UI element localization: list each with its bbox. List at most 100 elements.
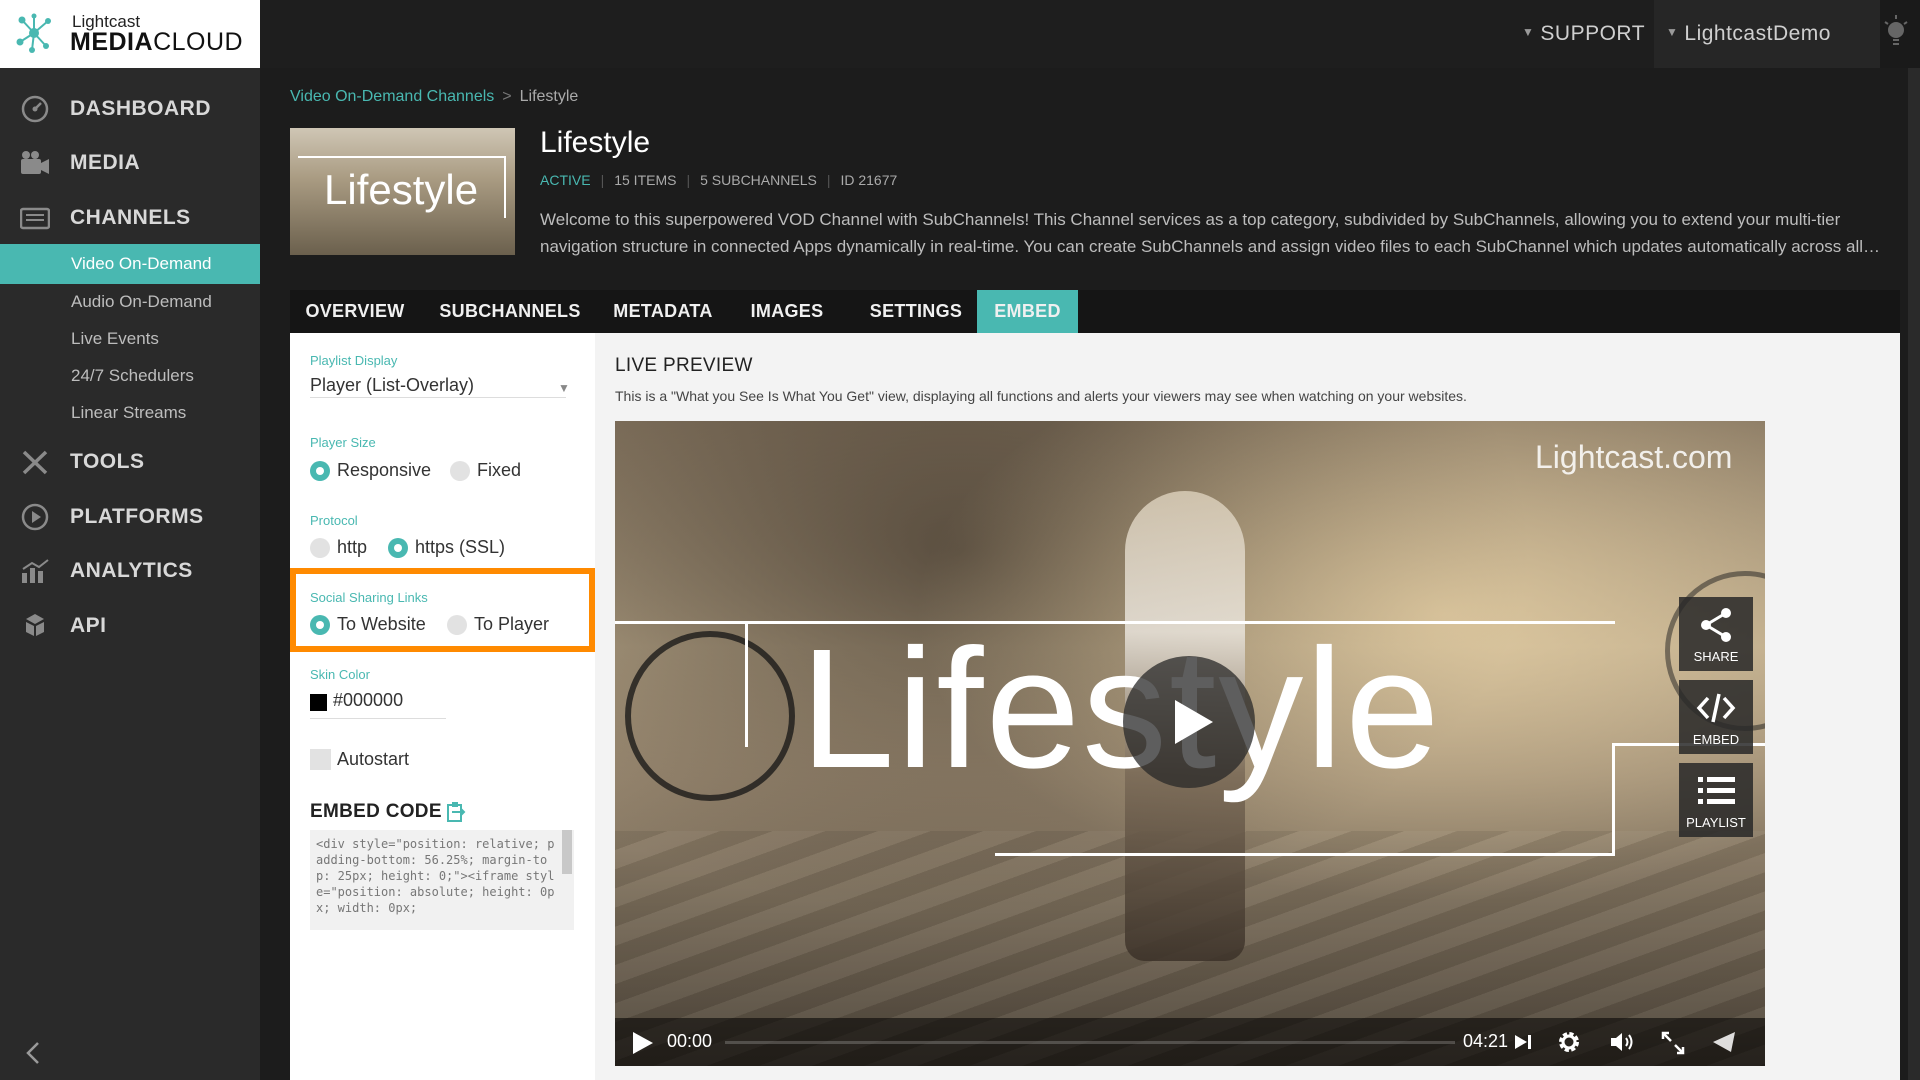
social-sharing-label: Social Sharing Links <box>310 590 428 605</box>
seek-bar[interactable] <box>725 1041 1455 1044</box>
autostart-checkbox[interactable] <box>310 749 331 770</box>
playlist-display-label: Playlist Display <box>310 353 398 368</box>
title-frame <box>1612 743 1615 856</box>
embed-settings-panel: Playlist Display Player (List-Overlay) ▼… <box>290 333 595 1080</box>
radio-https[interactable] <box>388 538 408 558</box>
sidebar-item-platforms[interactable]: PLATFORMS <box>0 489 260 543</box>
radio-label-to-player[interactable]: To Player <box>474 614 549 635</box>
radio-label-http[interactable]: http <box>337 537 367 558</box>
tab-overview[interactable]: OVERVIEW <box>290 290 420 333</box>
radio-responsive[interactable] <box>310 461 330 481</box>
sidebar-subitem-label: Linear Streams <box>71 403 187 422</box>
embed-button[interactable]: EMBED <box>1679 680 1753 754</box>
duration: 04:21 <box>1463 1031 1509 1051</box>
volume-icon[interactable] <box>1609 1030 1635 1054</box>
fullscreen-icon[interactable] <box>1660 1030 1686 1056</box>
embed-code-text: <div style="position: relative; padding-… <box>316 837 555 915</box>
radio-http[interactable] <box>310 538 330 558</box>
page-scrollbar[interactable] <box>1908 68 1920 1080</box>
logo-icon <box>16 13 51 53</box>
camera-icon <box>21 151 49 174</box>
sidebar-item-live-events[interactable]: Live Events <box>0 319 260 359</box>
playlist-label: PLAYLIST <box>1686 815 1746 830</box>
tab-metadata[interactable]: METADATA <box>598 290 728 333</box>
lightbulb-icon <box>1884 15 1908 45</box>
radio-label-https[interactable]: https (SSL) <box>415 537 505 558</box>
chevron-down-icon[interactable]: ▼ <box>558 381 570 395</box>
preview-subtitle: This is a "What you See Is What You Get"… <box>615 388 1467 404</box>
subchannel-count: 5 SUBCHANNELS <box>700 172 817 188</box>
gear-icon[interactable] <box>1555 1028 1583 1056</box>
skin-color-input[interactable]: #000000 <box>333 690 403 711</box>
sidebar-item-video-on-demand[interactable]: Video On-Demand <box>0 244 260 284</box>
sidebar-item-linear-streams[interactable]: Linear Streams <box>0 393 260 433</box>
sidebar-subitem-label: 24/7 Schedulers <box>71 366 194 385</box>
thumbnail-title: Lifestyle <box>324 166 479 213</box>
sidebar-item-channels[interactable]: CHANNELS <box>0 190 260 244</box>
dashboard-icon <box>21 95 49 123</box>
embed-label: EMBED <box>1692 732 1740 747</box>
scrollbar-thumb[interactable] <box>562 830 572 874</box>
tab-subchannels[interactable]: SUBCHANNELS <box>425 290 595 333</box>
breadcrumb-current: Lifestyle <box>519 88 579 105</box>
sidebar-item-label: PLATFORMS <box>70 505 204 528</box>
next-icon[interactable] <box>1513 1032 1533 1052</box>
page-title: Lifestyle <box>540 126 651 159</box>
autostart-label[interactable]: Autostart <box>337 749 409 770</box>
sidebar-item-label: TOOLS <box>70 450 145 473</box>
collapse-sidebar-icon[interactable] <box>22 1038 46 1068</box>
video-title-overlay: Lifestyle <box>800 614 1442 804</box>
playlist-display-select[interactable]: Player (List-Overlay) <box>310 375 474 396</box>
skin-color-label: Skin Color <box>310 667 370 682</box>
logo[interactable]: Lightcast MEDIACLOUD <box>0 0 260 68</box>
support-menu[interactable]: ▼ SUPPORT <box>1522 0 1645 68</box>
item-count: 15 ITEMS <box>614 172 677 188</box>
share-button[interactable]: SHARE <box>1679 597 1753 671</box>
sidebar-item-analytics[interactable]: ANALYTICS <box>0 543 260 597</box>
embed-code-textarea[interactable]: <div style="position: relative; padding-… <box>310 830 574 930</box>
account-menu[interactable]: ▼ LightcastDemo <box>1654 0 1886 68</box>
play-icon[interactable] <box>633 1032 653 1054</box>
radio-to-website[interactable] <box>310 615 330 635</box>
big-play-button[interactable] <box>1123 656 1255 788</box>
brand-name-light: CLOUD <box>153 28 244 56</box>
sidebar-item-schedulers[interactable]: 24/7 Schedulers <box>0 356 260 396</box>
radio-label-fixed[interactable]: Fixed <box>477 460 521 481</box>
code-icon <box>1696 693 1736 723</box>
meta-divider: | <box>686 172 691 188</box>
tab-images[interactable]: IMAGES <box>732 290 842 333</box>
color-swatch[interactable] <box>310 694 327 711</box>
sidebar-item-api[interactable]: API <box>0 598 260 652</box>
channel-thumbnail: Lifestyle <box>290 128 515 255</box>
radio-label-responsive[interactable]: Responsive <box>337 460 431 481</box>
list-icon <box>1698 777 1735 804</box>
title-frame <box>745 621 748 747</box>
share-icon <box>1701 608 1731 642</box>
lightbulb-button[interactable] <box>1880 0 1920 68</box>
radio-to-player[interactable] <box>447 615 467 635</box>
sidebar-item-audio-on-demand[interactable]: Audio On-Demand <box>0 282 260 322</box>
channels-icon <box>20 207 50 230</box>
sidebar-subitem-label: Audio On-Demand <box>71 292 212 311</box>
tab-settings[interactable]: SETTINGS <box>850 290 982 333</box>
sidebar-item-tools[interactable]: TOOLS <box>0 434 260 488</box>
sidebar-item-media[interactable]: MEDIA <box>0 135 260 189</box>
sidebar-item-dashboard[interactable]: DASHBOARD <box>0 81 260 135</box>
account-label: LightcastDemo <box>1684 22 1831 45</box>
analytics-icon <box>22 559 49 583</box>
player-controls: 00:00 04:21 <box>615 1018 1765 1066</box>
channel-meta: ACTIVE | 15 ITEMS | 5 SUBCHANNELS | ID 21677 <box>540 172 897 188</box>
video-player[interactable]: Lightcast.com Lifestyle SHARE EMBED PLAY… <box>615 421 1765 1066</box>
player-logo-icon[interactable] <box>1711 1030 1737 1054</box>
breadcrumb-link[interactable]: Video On-Demand Channels <box>290 88 494 105</box>
meta-divider: | <box>826 172 831 188</box>
tab-embed[interactable]: EMBED <box>977 290 1078 333</box>
brand-name: MEDIACLOUD <box>70 28 243 57</box>
highlight-box <box>290 568 595 652</box>
radio-label-to-website[interactable]: To Website <box>337 614 426 635</box>
input-underline <box>310 718 446 719</box>
copy-icon[interactable] <box>446 801 466 823</box>
radio-fixed[interactable] <box>450 461 470 481</box>
protocol-label: Protocol <box>310 513 358 528</box>
playlist-button[interactable]: PLAYLIST <box>1679 763 1753 837</box>
